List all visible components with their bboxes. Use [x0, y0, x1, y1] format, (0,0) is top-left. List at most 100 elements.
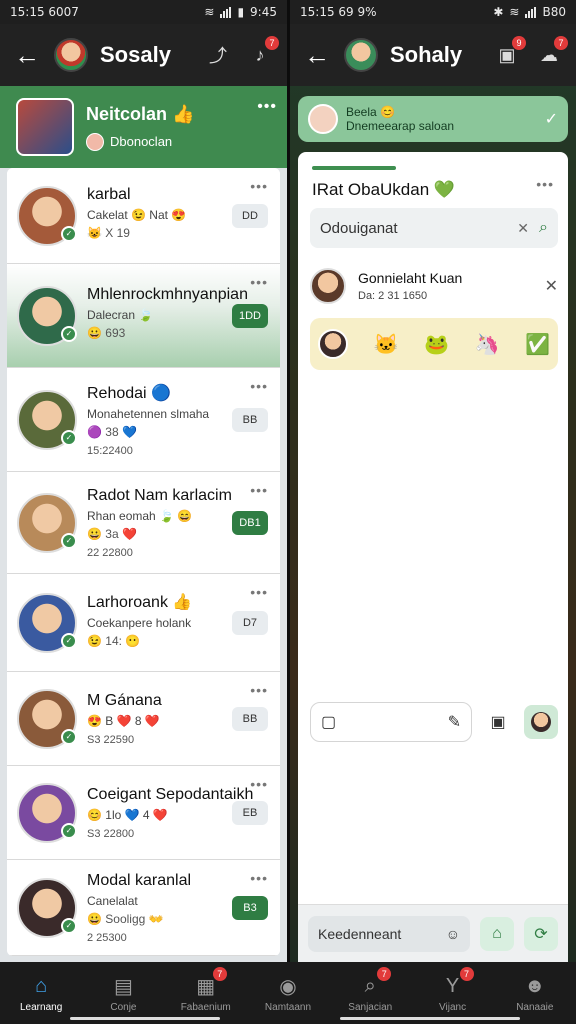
chat-row[interactable]: ✓ Rehodai 🔵 Monahetennen slmaha 🟣 38 💙 1…	[7, 368, 280, 472]
bell-icon: ♪	[255, 44, 265, 65]
camera-icon[interactable]: ▣	[482, 706, 514, 738]
banner-avatar	[308, 104, 338, 134]
app-title: Sosaly	[100, 42, 171, 67]
notification-banner[interactable]: Beela 😊 Dnemeearap saloan ✓	[298, 96, 568, 142]
nav-item[interactable]: ☻ Nanaaie	[494, 962, 576, 1024]
chat-name: Rehodai 🔵	[87, 384, 171, 402]
row-more-icon[interactable]: •••	[250, 274, 268, 290]
nav-item[interactable]: ⌂ Learnang	[0, 962, 82, 1024]
chat-row[interactable]: ✓ karbal Cakelat 😉 Nat 😍 😺 X 19 ••• DD	[7, 168, 280, 264]
online-check-icon: ✓	[61, 728, 77, 745]
message-bar: Keedenneant ☺ ⌂ ⟳	[298, 904, 568, 962]
pen-icon[interactable]: ✎	[448, 712, 461, 732]
app-root: 15:15 6007 ≋ ▮ 9:45 ← Sosaly ⤴ ♪ 7 Neitc…	[0, 0, 576, 1024]
row-more-icon[interactable]: •••	[250, 682, 268, 698]
chat-name: karbal	[87, 185, 131, 203]
unread-count-pill: DB1	[232, 510, 268, 535]
unread-count-pill: EB	[232, 800, 268, 825]
chat-time: S3 22800	[87, 827, 135, 840]
panel-accent-line	[312, 166, 396, 170]
row-more-icon[interactable]: •••	[250, 776, 268, 792]
back-arrow-icon[interactable]: ←	[302, 40, 332, 71]
nav-badge: 7	[377, 967, 392, 981]
panel-more-icon[interactable]: •••	[536, 176, 554, 192]
status-clock: 9:45	[250, 5, 277, 19]
nav-icon: Y7	[440, 967, 474, 999]
signal-icon-right	[525, 6, 537, 18]
new-chat-panel: IRat ObaUkdan 💚 ••• Odouiganat ✕ ⌕ Gonni…	[298, 152, 568, 962]
back-arrow-icon[interactable]: ←	[12, 40, 42, 71]
chat-meta: 😀 693	[87, 325, 126, 340]
nav-icon: ⌂	[35, 974, 48, 997]
cloud-button[interactable]: ☁ 7	[534, 36, 568, 70]
notifications-button[interactable]: ♪ 7	[245, 36, 279, 70]
nav-icon: ☻	[524, 974, 546, 997]
nav-item[interactable]: ▦ 7 Fabaenium	[165, 962, 247, 1024]
row-more-icon[interactable]: •••	[250, 482, 268, 498]
nav-item[interactable]: ▤ Conje	[82, 962, 164, 1024]
sticker-3[interactable]: 🦄	[475, 332, 500, 357]
my-avatar-button[interactable]	[524, 705, 558, 739]
chat-row[interactable]: ✓ Radot Nam karlacim Rhan eomah 🍃 😄 😀 3a…	[7, 472, 280, 574]
top-app-bar: ← Sosaly ⤴ ♪ 7	[0, 24, 287, 86]
search-field[interactable]: Odouiganat ✕ ⌕	[310, 208, 558, 248]
nav-icon: ◉	[279, 975, 297, 998]
nav-label: Nanaaie	[516, 1002, 554, 1013]
sticker-2[interactable]: 🐸	[424, 332, 449, 357]
pinned-chat[interactable]: Neitcolan 👍 Dbonoclan •••	[0, 86, 287, 168]
status-bar-right: 15:15 69 9% ✱ ≋ B80	[290, 0, 576, 24]
compose-badge: 9	[512, 36, 526, 50]
unread-count-pill: DD	[232, 203, 268, 228]
row-more-icon[interactable]: •••	[250, 870, 268, 886]
sticker-row-avatar	[318, 329, 348, 359]
nav-item[interactable]: ◉ Namtaann	[247, 962, 329, 1024]
online-check-icon: ✓	[61, 325, 77, 342]
chat-name: Radot Nam karlacim	[87, 486, 232, 504]
chat-row[interactable]: ✓ Larhoroank 👍 Coekanpere holank 😉 14: 😶…	[7, 574, 280, 672]
chat-row[interactable]: ✓ Coeigant Sepodantaikh 😊 1lo 💙 4 ❤️ S3 …	[7, 766, 280, 860]
chat-time: 15:22400	[87, 444, 133, 457]
more-options-icon[interactable]: •••	[257, 98, 277, 116]
banner-line1: Beela 😊	[346, 105, 395, 119]
share-icon[interactable]: ⤴	[203, 40, 233, 70]
emoji-icon[interactable]: ☺	[446, 926, 460, 942]
search-input[interactable]: Odouiganat	[320, 220, 507, 237]
chat-row[interactable]: ✓ M Gánana 😍 B ❤️ 8 ❤️ S3 22590 ••• BB	[7, 672, 280, 766]
chat-row[interactable]: ✓ Mhlenrockmhnyanpian Dalecran 🍃 😀 693 •…	[7, 264, 280, 368]
my-avatar	[531, 712, 551, 732]
sticker-4[interactable]: ✅	[525, 332, 550, 357]
contact-suggestion[interactable]: Gonnielaht Kuan Da: 2 31 1650 ✕	[310, 264, 558, 308]
compose-button[interactable]: ▣ 9	[492, 36, 526, 70]
nav-item[interactable]: Y7 Vijanc	[411, 962, 493, 1024]
send-icon[interactable]: ⟳	[524, 916, 558, 951]
message-input[interactable]: Keedenneant ☺	[308, 915, 470, 952]
search-icon[interactable]: ⌕	[539, 219, 548, 237]
clear-icon[interactable]: ✕	[517, 220, 529, 237]
status-time-right: 15:15 69 9%	[300, 5, 377, 19]
close-icon[interactable]: ✕	[545, 276, 558, 296]
nav-label: Sanjacian	[348, 1002, 393, 1013]
unread-count-pill: 1DD	[232, 303, 268, 328]
nav-item[interactable]: ⌕ 7 Sanjacian	[329, 962, 411, 1024]
chat-avatar: ✓	[17, 389, 77, 450]
unread-count-pill: B3	[232, 895, 268, 920]
check-icon[interactable]: ✓	[545, 109, 558, 129]
bluetooth-icon: ✱	[493, 5, 504, 19]
online-check-icon: ✓	[61, 225, 77, 242]
wifi-icon: ≋	[204, 5, 215, 19]
message-input-text: Keedenneant	[318, 925, 402, 942]
compose-field[interactable]: ▢ ✎	[310, 702, 472, 742]
sticker-1[interactable]: 🐱	[374, 332, 399, 357]
row-more-icon[interactable]: •••	[250, 378, 268, 394]
chat-row[interactable]: ✓ Modal karanlal Canelalat 😀 Sooligg 👐 2…	[7, 860, 280, 956]
online-check-icon: ✓	[61, 917, 77, 934]
gift-icon[interactable]: ⌂	[480, 916, 514, 951]
panel-title: IRat ObaUkdan 💚	[312, 180, 456, 199]
bottom-navigation: ⌂ Learnang ▤ Conje ▦ 7 Fabaenium ◉ Namtaa…	[0, 962, 576, 1024]
nav-icon: ▤	[113, 975, 133, 998]
chat-list: ✓ karbal Cakelat 😉 Nat 😍 😺 X 19 ••• DD ✓…	[7, 168, 280, 956]
row-more-icon[interactable]: •••	[250, 584, 268, 600]
row-more-icon[interactable]: •••	[250, 178, 268, 194]
chat-name: Mhlenrockmhnyanpian	[87, 285, 248, 303]
attach-icon[interactable]: ▢	[321, 712, 336, 732]
